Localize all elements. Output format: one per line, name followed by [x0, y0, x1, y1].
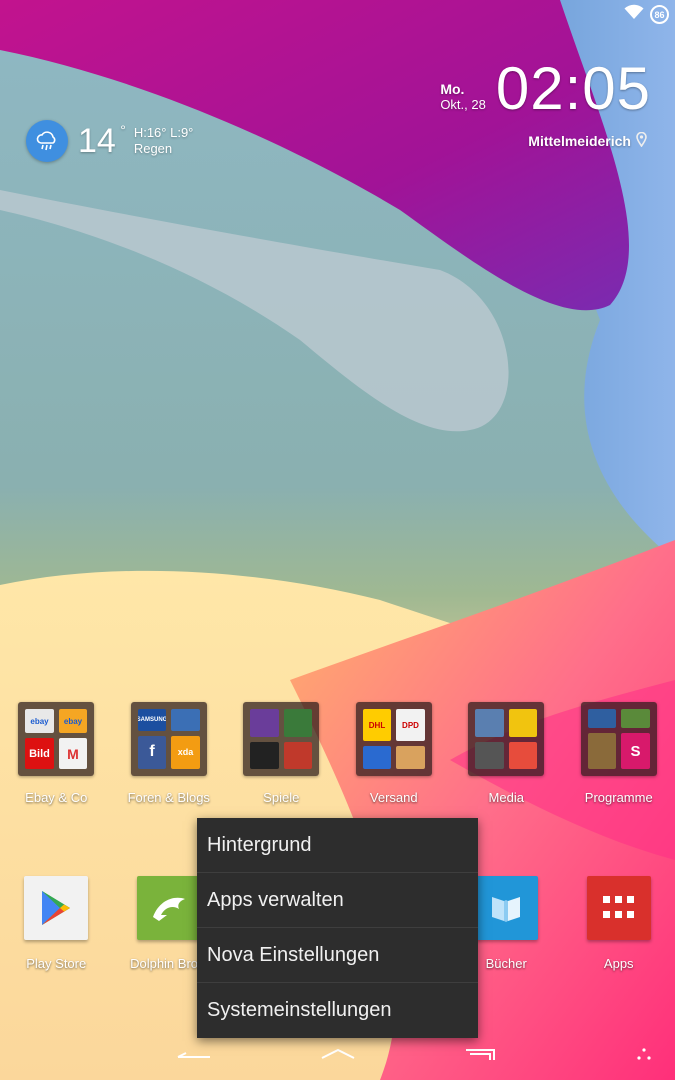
- folder-foren-blogs[interactable]: SAMSUNG f xda Foren & Blogs: [113, 702, 226, 805]
- game-icon: [283, 709, 313, 737]
- status-bar: 86: [624, 4, 669, 25]
- screen-icon: [508, 741, 538, 769]
- bild-icon: Bild: [25, 738, 54, 769]
- video-icon: [475, 709, 504, 737]
- folder-programme[interactable]: S Programme: [563, 702, 675, 805]
- ebay-icon: ebay: [58, 709, 88, 733]
- book-icon: [474, 876, 539, 940]
- app-label: Apps: [603, 956, 634, 971]
- folder-row: ebay ebay Bild M Ebay & Co SAMSUNG f xda…: [0, 702, 675, 805]
- clock-time: 02:05: [495, 55, 651, 122]
- clock-widget[interactable]: Mo. Okt., 28 02:05: [440, 58, 651, 120]
- cleaner-icon: [587, 709, 617, 728]
- folder-label: Programme: [584, 790, 653, 805]
- app-label: Play Store: [26, 956, 87, 971]
- temperature-value: 14: [78, 121, 116, 160]
- folder-label: Spiele: [263, 790, 300, 805]
- forum-icon: [171, 709, 200, 731]
- app-label: Dolphin Brow: [130, 956, 208, 971]
- samsung-icon: SAMSUNG: [137, 709, 167, 731]
- context-menu: Hintergrund Apps verwalten Nova Einstell…: [197, 818, 478, 1038]
- dolphin-icon: [136, 876, 201, 940]
- folder-spiele[interactable]: Spiele: [225, 702, 338, 805]
- folder-preview: S: [580, 702, 657, 776]
- rain-cloud-icon: [26, 120, 68, 162]
- location-pin-icon: [636, 131, 647, 150]
- folder-preview: ebay ebay Bild M: [18, 702, 95, 776]
- weather-condition: Regen: [133, 141, 173, 156]
- folder-versand[interactable]: DHL DPD Versand: [338, 702, 451, 805]
- folder-label: Foren & Blogs: [127, 790, 210, 805]
- xda-icon: xda: [171, 735, 200, 769]
- tool-icon: [587, 733, 617, 769]
- weather-details: H:16° L:9° Regen: [134, 125, 194, 157]
- facebook-icon: f: [137, 735, 167, 769]
- folder-preview: SAMSUNG f xda: [130, 702, 207, 776]
- app-drawer[interactable]: Apps: [563, 876, 675, 971]
- gallery-icon: [508, 709, 538, 737]
- playstation-icon: [250, 741, 279, 769]
- back-icon[interactable]: [176, 1044, 212, 1069]
- ebay-icon: ebay: [25, 709, 54, 733]
- folder-preview: [468, 702, 545, 776]
- folder-label: Media: [488, 790, 524, 805]
- location-label[interactable]: Mittelmeiderich: [528, 131, 647, 150]
- app-drawer-icon: [586, 876, 651, 940]
- folder-preview: [243, 702, 320, 776]
- folder-ebay[interactable]: ebay ebay Bild M Ebay & Co: [0, 702, 113, 805]
- gmail-icon: M: [58, 738, 88, 769]
- app-label: Bücher: [485, 956, 527, 971]
- degree-symbol: °: [120, 121, 126, 138]
- menu-item-systemeinstellungen[interactable]: Systemeinstellungen: [197, 983, 478, 1038]
- app-play-store[interactable]: Play Store: [0, 876, 113, 971]
- shipping-icon: [362, 746, 392, 769]
- folder-preview: DHL DPD: [355, 702, 432, 776]
- wifi-icon: [624, 4, 644, 25]
- battery-icon: 86: [650, 5, 669, 24]
- play-store-icon: [24, 876, 89, 940]
- day-label: Mo.: [440, 81, 465, 97]
- dpd-icon: DPD: [396, 709, 425, 741]
- more-dots-icon[interactable]: [636, 1048, 652, 1067]
- date-label: Okt., 28: [440, 97, 486, 112]
- menu-item-nova-einstellungen[interactable]: Nova Einstellungen: [197, 928, 478, 983]
- navigation-bar: [0, 1036, 675, 1080]
- location-text: Mittelmeiderich: [528, 133, 631, 149]
- android-icon: [621, 709, 650, 728]
- game-icon: [250, 709, 279, 737]
- folder-label: Ebay & Co: [25, 790, 88, 805]
- angry-birds-icon: [283, 741, 313, 769]
- high-low: H:16° L:9°: [133, 125, 194, 140]
- menu-item-hintergrund[interactable]: Hintergrund: [197, 818, 478, 873]
- dhl-icon: DHL: [362, 709, 392, 741]
- menu-item-apps-verwalten[interactable]: Apps verwalten: [197, 873, 478, 928]
- home-icon[interactable]: [320, 1044, 356, 1069]
- folder-label: Versand: [369, 790, 418, 805]
- recent-apps-icon[interactable]: [464, 1044, 500, 1069]
- folder-media[interactable]: Media: [450, 702, 563, 805]
- weather-widget[interactable]: 14 ° H:16° L:9° Regen: [26, 120, 193, 162]
- camera-icon: [475, 741, 504, 769]
- date-block: Mo. Okt., 28: [440, 81, 486, 113]
- temperature: 14 °: [78, 121, 126, 161]
- s-app-icon: S: [621, 733, 650, 769]
- package-icon: [396, 746, 425, 769]
